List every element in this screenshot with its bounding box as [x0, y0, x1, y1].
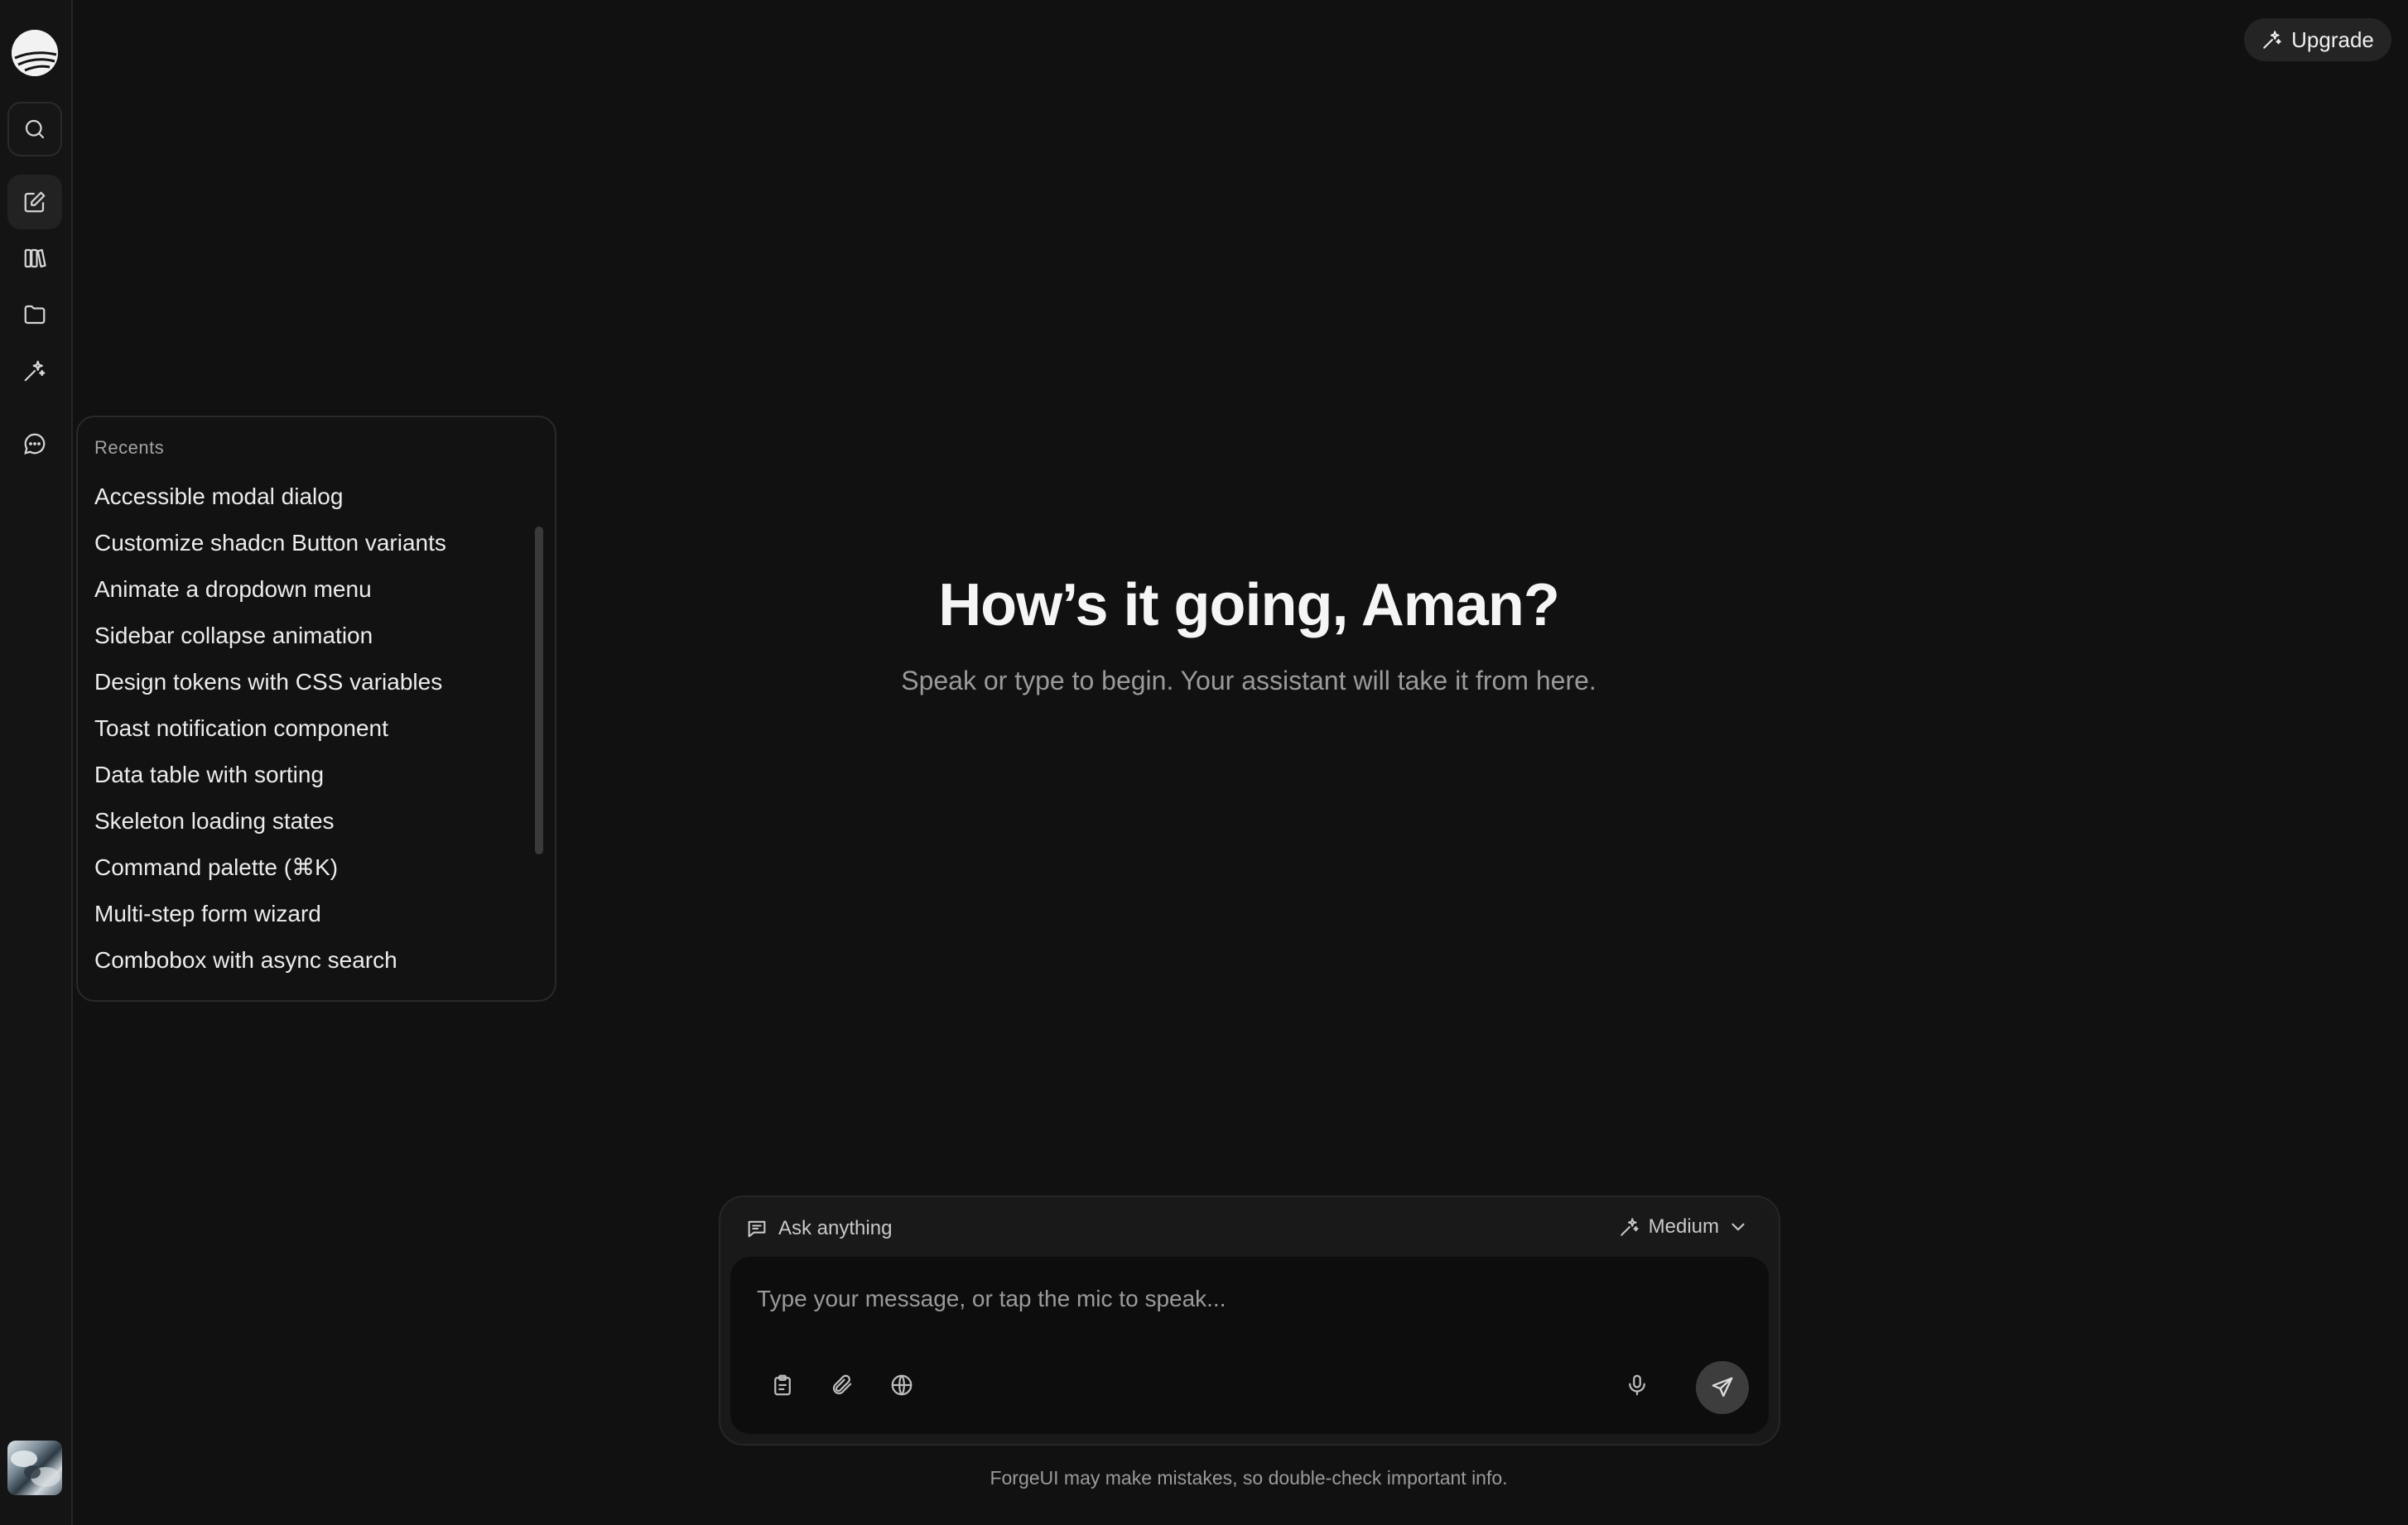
folder-icon [24, 305, 46, 325]
recent-item[interactable]: Customize shadcn Button variants [94, 527, 525, 573]
composer-body [730, 1257, 1769, 1434]
edit-icon [24, 191, 46, 213]
recents-panel: Recents Accessible modal dialog Customiz… [76, 416, 556, 1002]
recent-item[interactable]: Toast notification component [94, 712, 525, 758]
send-icon [1712, 1377, 1733, 1398]
books-icon [24, 248, 46, 268]
recent-item[interactable]: Data table with sorting [94, 758, 525, 805]
recent-item[interactable]: Accessible modal dialog [94, 480, 525, 527]
upgrade-label: Upgrade [2291, 26, 2374, 52]
microphone-icon [1629, 1374, 1645, 1396]
app-logo[interactable] [12, 30, 58, 76]
sidebar-item-search[interactable] [7, 102, 62, 156]
greeting-subtitle: Speak or type to begin. Your assistant w… [901, 666, 1597, 695]
sidebar-item-magic[interactable] [7, 344, 62, 398]
globe-icon [891, 1374, 913, 1396]
app-root: Recents Accessible modal dialog Customiz… [0, 0, 2408, 1525]
model-select[interactable]: Medium [1619, 1215, 1749, 1239]
sidebar-item-new-chat[interactable] [7, 175, 62, 229]
recent-item[interactable]: Skeleton loading states [94, 805, 525, 851]
sparkles-icon [2263, 31, 2281, 49]
chat-bubble-icon [24, 433, 46, 455]
upgrade-button[interactable]: Upgrade [2244, 18, 2391, 61]
mode-label: Ask anything [778, 1217, 893, 1239]
sidebar-item-projects[interactable] [7, 287, 62, 342]
recent-item[interactable]: Multi-step form wizard [94, 897, 525, 944]
message-square-icon [748, 1220, 766, 1238]
sidebar-item-chats[interactable] [7, 416, 62, 471]
sparkles-icon [1620, 1218, 1639, 1236]
model-label: Medium [1648, 1215, 1719, 1238]
recent-item[interactable]: Command palette (⌘K) [94, 851, 525, 897]
chevron-down-icon [1731, 1223, 1745, 1231]
recent-item[interactable]: Combobox with async search [94, 944, 525, 990]
mode-indicator[interactable]: Ask anything [745, 1217, 892, 1240]
greeting-title: How’s it going, Aman? [938, 572, 1560, 638]
sidebar-item-library[interactable] [7, 231, 62, 286]
sidebar-rail [0, 0, 73, 1525]
attach-button[interactable] [821, 1364, 863, 1406]
message-input[interactable] [757, 1278, 1742, 1320]
search-icon [25, 119, 45, 139]
microphone-button[interactable] [1616, 1364, 1658, 1406]
recents-title: Recents [94, 437, 165, 458]
clipboard-button[interactable] [762, 1364, 803, 1406]
message-composer: Ask anything Medium [719, 1195, 1780, 1446]
disclaimer-text: ForgeUI may make mistakes, so double-che… [990, 1467, 1508, 1489]
recents-list: Accessible modal dialog Customize shadcn… [94, 480, 525, 990]
sparkles-icon [24, 360, 46, 382]
paperclip-icon [832, 1374, 852, 1395]
send-button[interactable] [1696, 1361, 1749, 1414]
web-search-button[interactable] [881, 1364, 922, 1406]
clipboard-icon [774, 1374, 791, 1396]
